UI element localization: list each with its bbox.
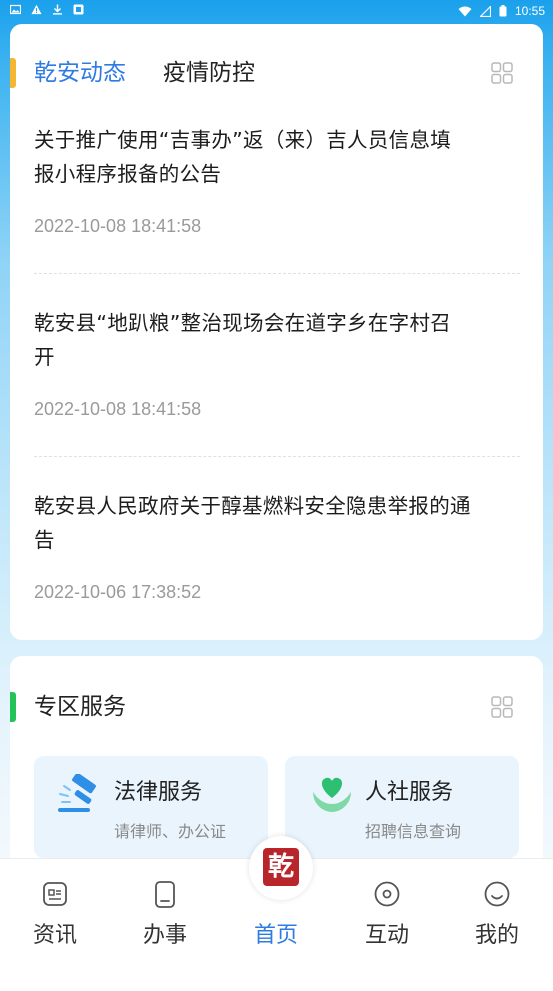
wifi-icon <box>458 6 472 16</box>
signal-icon <box>479 5 491 17</box>
tab-qianan-news[interactable]: 乾安动态 <box>34 58 126 88</box>
news-title-line2: 开 <box>34 345 55 369</box>
status-bar: 10:55 <box>0 0 553 24</box>
news-icon <box>43 882 67 906</box>
chat-icon <box>374 881 400 907</box>
warning-icon <box>31 4 42 15</box>
tabbar-label: 办事 <box>142 923 187 948</box>
news-title-line1: 乾安县人民政府关于醇基燃料安全隐患举报的通 <box>34 494 471 518</box>
divider <box>34 456 520 457</box>
news-title-line2: 报小程序报备的公告 <box>34 162 222 186</box>
news-date: 2022-10-08 18:41:58 <box>34 399 202 419</box>
tabbar-label: 资讯 <box>32 923 77 948</box>
tabbar-item-news[interactable]: 资讯 <box>15 879 95 949</box>
seal-icon: 乾 <box>263 848 299 886</box>
phone-icon <box>155 881 175 908</box>
heart-hands-icon <box>313 777 351 812</box>
gavel-icon <box>58 774 96 812</box>
tabbar-item-mine[interactable]: 我的 <box>457 879 537 949</box>
news-title-line1: 关于推广使用“吉事办”返（来）吉人员信息填 <box>34 128 452 152</box>
download-icon <box>53 4 62 15</box>
status-time: 10:55 <box>514 4 545 18</box>
divider <box>34 273 520 274</box>
grid-icon[interactable] <box>491 696 513 718</box>
tab-accent-bar <box>10 58 16 88</box>
news-title-line1: 乾安县“地趴粮”整治现场会在道字乡在字村召 <box>34 311 452 335</box>
service-title: 专区服务 <box>34 694 126 720</box>
news-card: 乾安动态 疫情防控 关于推广使用“吉事办”返（来）吉人员信息填 报小程序报备的公… <box>10 24 543 640</box>
home-seal-button[interactable]: 乾 <box>249 836 313 900</box>
hr-service-sub: 招聘信息查询 <box>365 822 462 841</box>
grid-icon[interactable] <box>491 62 513 84</box>
news-item[interactable]: 关于推广使用“吉事办”返（来）吉人员信息填 报小程序报备的公告 2022-10-… <box>34 123 520 273</box>
battery-icon <box>499 5 507 17</box>
news-item[interactable]: 乾安县人民政府关于醇基燃料安全隐患举报的通 告 2022-10-06 17:38… <box>34 489 520 639</box>
news-date: 2022-10-06 17:38:52 <box>34 582 202 602</box>
tabbar-label: 互动 <box>364 923 409 948</box>
legal-service-button[interactable]: 法律服务 请律师、办公证 <box>34 756 268 858</box>
tabbar-item-interact[interactable]: 互动 <box>347 879 427 949</box>
hr-service-name: 人社服务 <box>365 780 454 805</box>
tabbar-label: 首页 <box>253 923 298 948</box>
tabbar-item-services[interactable]: 办事 <box>125 879 205 949</box>
news-item[interactable]: 乾安县“地趴粮”整治现场会在道字乡在字村召 开 2022-10-08 18:41… <box>34 306 520 456</box>
tabbar-label: 我的 <box>474 923 519 948</box>
legal-service-sub: 请律师、办公证 <box>114 822 227 841</box>
news-title-line2: 告 <box>34 528 55 552</box>
smile-icon <box>484 881 510 907</box>
app-icon <box>73 4 84 15</box>
hr-service-button[interactable]: 人社服务 招聘信息查询 <box>285 756 519 858</box>
news-date: 2022-10-08 18:41:58 <box>34 216 202 236</box>
legal-service-name: 法律服务 <box>114 780 203 805</box>
service-accent-bar <box>10 692 16 722</box>
image-icon <box>10 4 21 15</box>
tab-epidemic-control[interactable]: 疫情防控 <box>163 58 255 88</box>
